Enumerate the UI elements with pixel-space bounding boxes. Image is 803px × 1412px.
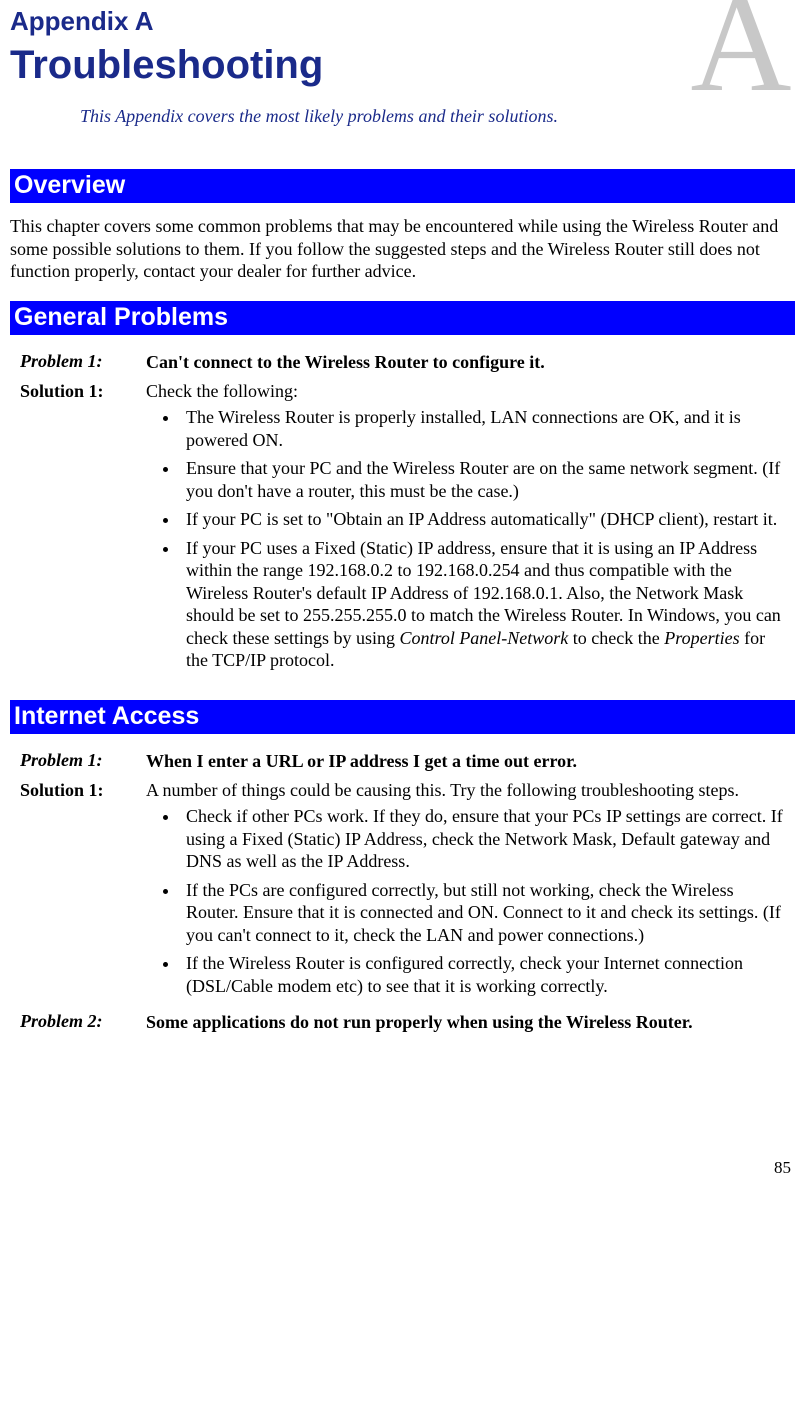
- problem-label: Problem 1:: [20, 750, 103, 770]
- list-item: If your PC uses a Fixed (Static) IP addr…: [180, 537, 785, 672]
- solution-label: Solution 1:: [20, 381, 104, 401]
- list-item: If your PC is set to "Obtain an IP Addre…: [180, 508, 785, 531]
- solution-bullet-list: The Wireless Router is properly installe…: [146, 406, 785, 672]
- section-heading-general: General Problems: [10, 301, 795, 335]
- problem-label: Problem 2:: [20, 1011, 103, 1031]
- page-number: 85: [774, 1158, 791, 1178]
- list-item: Ensure that your PC and the Wireless Rou…: [180, 457, 785, 502]
- list-item: If the Wireless Router is configured cor…: [180, 952, 785, 997]
- list-item: Check if other PCs work. If they do, ens…: [180, 805, 785, 873]
- solution-bullet-list: Check if other PCs work. If they do, ens…: [146, 805, 785, 997]
- section-heading-overview: Overview: [10, 169, 795, 203]
- list-item: The Wireless Router is properly installe…: [180, 406, 785, 451]
- problem-text: Can't connect to the Wireless Router to …: [146, 352, 545, 372]
- problem-text: Some applications do not run properly wh…: [146, 1012, 693, 1032]
- solution-intro: A number of things could be causing this…: [146, 780, 739, 800]
- general-problems-table: Problem 1: Can't connect to the Wireless…: [16, 347, 791, 682]
- overview-paragraph: This chapter covers some common problems…: [10, 215, 795, 283]
- subtitle: This Appendix covers the most likely pro…: [80, 106, 795, 127]
- section-heading-internet: Internet Access: [10, 700, 795, 734]
- internet-access-table: Problem 1: When I enter a URL or IP addr…: [16, 746, 791, 1038]
- solution-label: Solution 1:: [20, 780, 104, 800]
- solution-intro: Check the following:: [146, 381, 298, 401]
- page-title: Troubleshooting: [10, 39, 795, 88]
- appendix-label: Appendix A: [10, 0, 795, 37]
- list-item: If the PCs are configured correctly, but…: [180, 879, 785, 947]
- problem-label: Problem 1:: [20, 351, 103, 371]
- problem-text: When I enter a URL or IP address I get a…: [146, 751, 577, 771]
